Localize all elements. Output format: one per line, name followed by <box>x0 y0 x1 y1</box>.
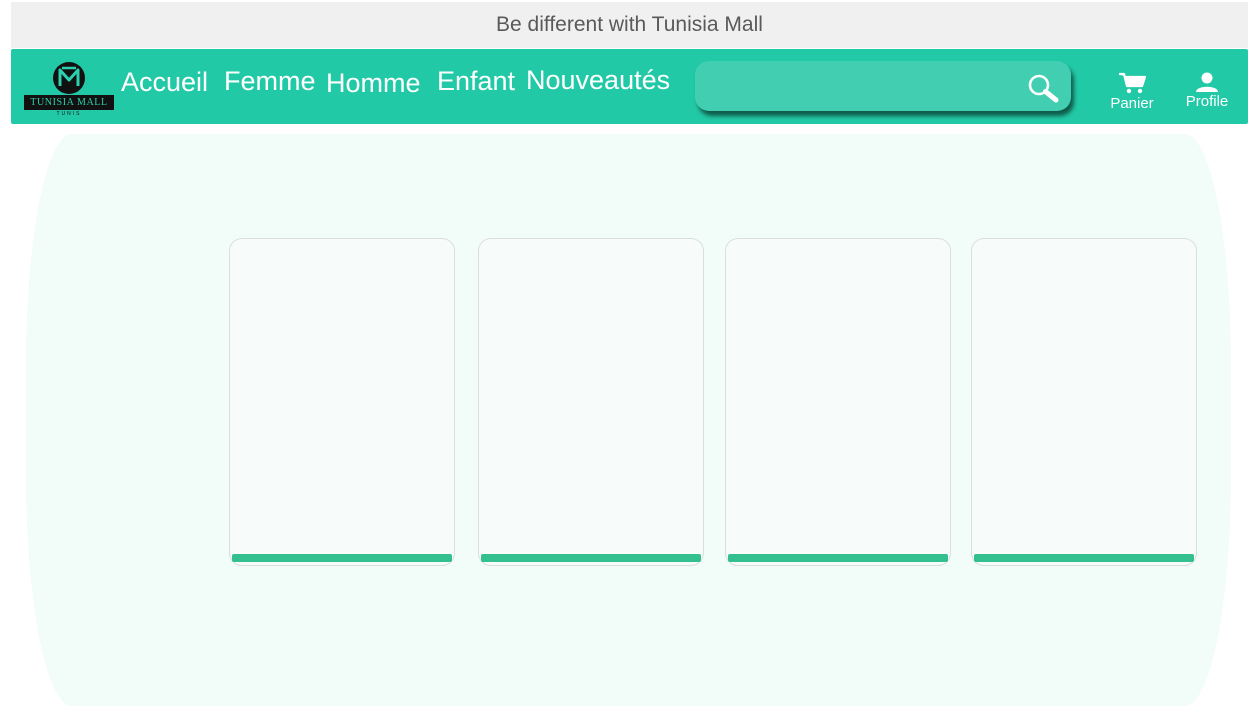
brand-logo[interactable]: TUNISIA MALL TUNIS <box>24 61 114 119</box>
nav-link-enfant[interactable]: Enfant <box>437 66 515 97</box>
logo-subtext: TUNIS <box>56 111 82 117</box>
nav-link-nouveautes[interactable]: Nouveautés <box>526 65 670 96</box>
promo-banner: Be different with Tunisia Mall <box>11 2 1248 48</box>
cart-button[interactable]: Panier <box>1104 71 1160 112</box>
cart-icon <box>1119 72 1147 94</box>
product-card[interactable] <box>229 238 455 566</box>
product-card-bar <box>728 554 948 562</box>
product-card[interactable] <box>971 238 1197 566</box>
cart-label: Panier <box>1110 95 1154 112</box>
search-icon[interactable] <box>1025 72 1061 104</box>
nav-link-homme[interactable]: Homme <box>326 68 421 99</box>
main-navbar: TUNISIA MALL TUNIS Accueil Femme Homme E… <box>11 49 1248 124</box>
profile-button[interactable]: Profile <box>1179 71 1235 110</box>
nav-link-accueil[interactable]: Accueil <box>121 67 208 98</box>
product-card-bar <box>232 554 452 562</box>
search-input[interactable] <box>709 71 1013 103</box>
search-bar <box>695 61 1071 111</box>
product-card-bar <box>481 554 701 562</box>
nav-link-femme[interactable]: Femme <box>224 66 316 97</box>
promo-banner-text: Be different with Tunisia Mall <box>496 13 763 36</box>
product-card[interactable] <box>725 238 951 566</box>
product-card[interactable] <box>478 238 704 566</box>
logo-wordmark: TUNISIA MALL <box>24 95 114 110</box>
user-icon <box>1196 72 1218 92</box>
product-card-bar <box>974 554 1194 562</box>
logo-monogram-icon <box>53 62 85 94</box>
profile-label: Profile <box>1185 93 1229 110</box>
